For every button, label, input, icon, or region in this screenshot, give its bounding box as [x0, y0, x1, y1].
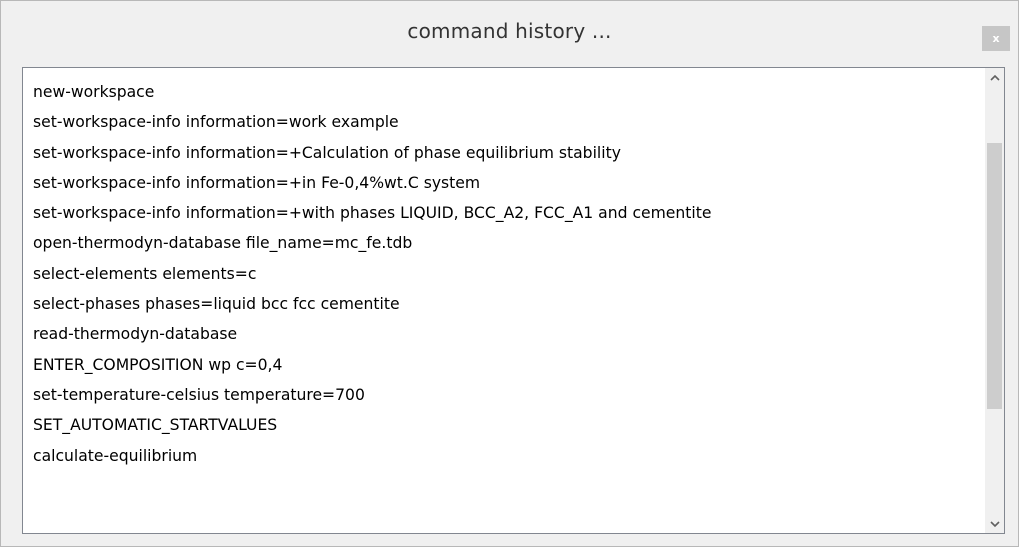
list-item[interactable]: new-workspace [33, 77, 985, 107]
list-item[interactable]: select-phases phases=liquid bcc fcc ceme… [33, 289, 985, 319]
list-item[interactable]: set-workspace-info information=work exam… [33, 107, 985, 137]
list-item[interactable]: set-workspace-info information=+with pha… [33, 198, 985, 228]
title-bar[interactable]: command history ... x [1, 1, 1018, 63]
list-item[interactable]: SET_AUTOMATIC_STARTVALUES [33, 410, 985, 440]
list-item[interactable]: select-elements elements=c [33, 259, 985, 289]
chevron-down-icon [989, 520, 1000, 527]
command-history-window: command history ... x new-workspace set-… [0, 0, 1019, 547]
close-button[interactable]: x [982, 26, 1010, 51]
list-item[interactable]: set-workspace-info information=+in Fe-0,… [33, 168, 985, 198]
list-item[interactable]: read-thermodyn-database [33, 319, 985, 349]
list-item[interactable]: set-temperature-celsius temperature=700 [33, 380, 985, 410]
list-item[interactable]: calculate-equilibrium [33, 441, 985, 471]
list-item[interactable]: set-workspace-info information=+Calculat… [33, 138, 985, 168]
window-title: command history ... [407, 19, 612, 43]
scroll-thumb[interactable] [987, 143, 1002, 409]
vertical-scrollbar[interactable] [985, 68, 1004, 533]
scroll-up-button[interactable] [985, 68, 1004, 86]
list-item[interactable]: ENTER_COMPOSITION wp c=0,4 [33, 350, 985, 380]
chevron-up-icon [989, 74, 1000, 81]
list-item[interactable]: open-thermodyn-database file_name=mc_fe.… [33, 228, 985, 258]
command-history-list[interactable]: new-workspace set-workspace-info informa… [22, 67, 1005, 534]
history-list-content: new-workspace set-workspace-info informa… [23, 68, 985, 533]
scroll-down-button[interactable] [985, 515, 1004, 533]
close-icon: x [992, 32, 1000, 45]
